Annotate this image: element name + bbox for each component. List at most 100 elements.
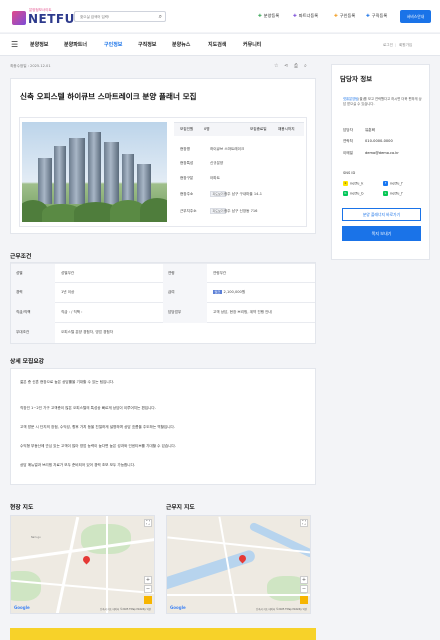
info-value: 아파트 bbox=[210, 176, 220, 180]
header: 분양정보사이트 NETFU ⌕ ✚분양등록 ✚파트너등록 ✚구인등록 ✚구직등록… bbox=[0, 0, 440, 32]
register-job-button[interactable]: ✚ 구인등록 bbox=[334, 13, 355, 19]
detail-title: 상세 모집요강 bbox=[10, 359, 45, 365]
conditions-title: 근무조건 bbox=[10, 254, 32, 260]
zoom-icon[interactable]: ⌕ bbox=[304, 63, 307, 69]
search-box[interactable]: ⌕ bbox=[74, 11, 166, 22]
cell-label: 성별 bbox=[11, 264, 55, 284]
fullscreen-icon[interactable]: ⛶ bbox=[144, 519, 152, 527]
cell-value: 고객 상담, 현장 브리핑, 계약 진행 안내 bbox=[213, 310, 272, 314]
cell-value: 연령무관 bbox=[213, 271, 227, 275]
plus-icon: ✚ bbox=[334, 14, 338, 19]
cell-value: 성별무관 bbox=[61, 271, 75, 275]
contact-email[interactable]: demo@demo.co.kr bbox=[365, 151, 399, 155]
table-row: 경력 1년 이상 급여 월급 2,100,000원 bbox=[11, 283, 315, 303]
row-label: 담당자 bbox=[343, 128, 353, 132]
share-icon[interactable]: ⋖ bbox=[284, 63, 288, 69]
site-map[interactable]: Nam-gu ⛶ + − Google 단축키 지도 데이터 ©2025 TMa… bbox=[10, 515, 155, 614]
cell-label: 연령 bbox=[163, 264, 207, 284]
info-value: 하이큐브 스마트레이크 bbox=[210, 147, 245, 151]
info-label: 현장명 bbox=[180, 147, 190, 151]
info-value: 광주 남구 신장동 716 bbox=[224, 209, 258, 213]
bottom-banner[interactable] bbox=[10, 628, 316, 640]
star-icon[interactable]: ☆ bbox=[274, 63, 278, 69]
info-label: 현장특성 bbox=[180, 161, 194, 165]
blog-icon: b bbox=[343, 191, 348, 196]
zoom-out-icon[interactable]: − bbox=[300, 585, 308, 593]
send-message-button[interactable]: 쪽지 보내기 bbox=[342, 226, 421, 241]
plus-icon: ✚ bbox=[366, 14, 370, 19]
site-logo[interactable]: 분양정보사이트 NETFU bbox=[12, 8, 74, 26]
info-label: 근무지주소 bbox=[180, 209, 197, 213]
service-guide-button[interactable]: 서비스안내 bbox=[400, 10, 431, 23]
plus-icon: ✚ bbox=[258, 14, 262, 19]
row-label: 연락처 bbox=[343, 139, 353, 143]
work-map[interactable]: ⛶ + − Google 단축키 지도 데이터 ©2025 TMap Mobil… bbox=[166, 515, 311, 614]
search-input[interactable] bbox=[80, 13, 154, 20]
contact-phone[interactable]: 010-0000-0000 bbox=[365, 139, 393, 143]
cell-label: 직급/직책 bbox=[11, 303, 55, 323]
cell-value: 1년 이상 bbox=[61, 290, 75, 294]
recruit-deadline: 채용시까지 bbox=[278, 127, 295, 131]
contact-sidebar: 담당자 정보 넷퓨분양팀(을)를 보고 연락했다고 하시면 더욱 편하게 상담 … bbox=[331, 64, 430, 260]
contact-phone-row: 연락처 010-0000-0000 bbox=[343, 139, 393, 144]
map-copyright[interactable]: 단축키 지도 데이터 ©2025 TMap Mobility 약관 bbox=[256, 607, 307, 611]
map-pin-icon[interactable] bbox=[81, 554, 92, 565]
recruit-summary-bar: 모집인원 0명 모집종료일 채용시까지 bbox=[174, 122, 304, 136]
signup-link[interactable]: 회원가입 bbox=[399, 43, 412, 48]
facebook-icon: f bbox=[383, 181, 388, 186]
sns-blog[interactable]: b netfu_b bbox=[343, 191, 364, 196]
sns-line[interactable]: Lnetfu_f bbox=[383, 191, 403, 196]
map-copyright[interactable]: 단축키 지도 데이터 ©2025 TMap Mobility 약관 bbox=[100, 607, 151, 611]
divider: | bbox=[395, 43, 397, 47]
zoom-in-icon[interactable]: + bbox=[300, 576, 308, 584]
info-label: 현장구분 bbox=[180, 176, 194, 180]
page-title: 신축 오피스텔 하이큐브 스마트레이크 분양 플래너 모집 bbox=[20, 92, 197, 101]
sns-kakao[interactable]: k netfu_k bbox=[343, 181, 363, 186]
nav-item-seeker-info[interactable]: 구직정보 bbox=[138, 41, 156, 48]
table-row: 직급/직책 직급 : / 직책 : 담당업무 고객 상담, 현장 브리핑, 계약… bbox=[11, 303, 315, 323]
register-sale-button[interactable]: ✚ 분양등록 bbox=[258, 13, 279, 19]
search-icon[interactable]: ⌕ bbox=[159, 13, 162, 21]
detail-paragraph: 고객 방문 시 단지의 장점, 수익성, 향후 가치 등을 친절하게 설명하며 … bbox=[20, 425, 175, 429]
nav-item-news[interactable]: 분양뉴스 bbox=[172, 41, 190, 48]
cell-value: 오피스텔 분양 경험자, 영업 경험자 bbox=[61, 330, 113, 334]
nav-item-job-info[interactable]: 구인정보 bbox=[104, 41, 122, 48]
map-label: Nam-gu bbox=[31, 536, 41, 539]
nav-item-community[interactable]: 커뮤니티 bbox=[243, 41, 261, 48]
fullscreen-icon[interactable]: ⛶ bbox=[300, 519, 308, 527]
zoom-in-icon[interactable]: + bbox=[144, 576, 152, 584]
sidebar-title: 담당자 정보 bbox=[340, 75, 373, 83]
info-value: 신규분양 bbox=[210, 161, 224, 165]
detail-paragraph: 수익형 부동산에 관심 있는 고객이 많아 영업 능력이 높다면 높은 성과와 … bbox=[20, 444, 176, 448]
hamburger-menu-icon[interactable]: ☰ bbox=[11, 40, 18, 49]
print-icon[interactable]: ⎙ bbox=[294, 63, 298, 69]
login-link[interactable]: 로그인 bbox=[383, 43, 393, 48]
planner-link-button[interactable]: 분양 플래너지 바로가기 bbox=[342, 208, 421, 221]
nav-item-map-search[interactable]: 지도검색 bbox=[208, 41, 226, 48]
street-view-icon[interactable] bbox=[144, 596, 152, 604]
detail-paragraph: 상담 매뉴얼과 브리핑 자료가 모두 준비되어 있어 경력 초보 모두 가능합니… bbox=[20, 463, 136, 467]
sns-id: netfu_k bbox=[350, 181, 364, 186]
google-logo: Google bbox=[14, 605, 30, 610]
street-view-icon[interactable] bbox=[300, 596, 308, 604]
site-photo bbox=[22, 122, 167, 222]
sns-id: netfu_b bbox=[350, 191, 364, 196]
logo-text: NETFU bbox=[28, 12, 75, 26]
register-seeker-button[interactable]: ✚ 구직등록 bbox=[366, 13, 387, 19]
nav-item-partners[interactable]: 분양파트너 bbox=[64, 41, 87, 48]
sns-facebook[interactable]: f netfu_f bbox=[383, 181, 403, 186]
salary-type-badge: 월급 bbox=[213, 290, 222, 294]
recruit-deadline-label: 모집종료일 bbox=[250, 127, 267, 131]
main-nav: ☰ 분양정보 분양파트너 구인정보 구직정보 분양뉴스 지도검색 커뮤니티 로그… bbox=[0, 33, 440, 56]
zoom-out-icon[interactable]: − bbox=[144, 585, 152, 593]
kakao-icon: k bbox=[343, 181, 348, 186]
last-modified: 최종수정일 : 2025.12.01 bbox=[10, 64, 51, 68]
nav-item-sale-info[interactable]: 분양정보 bbox=[30, 41, 48, 48]
cell-label: 담당업무 bbox=[163, 303, 207, 323]
cell-value: 직급 : / 직책 : bbox=[61, 310, 83, 314]
register-partner-label: 파트너등록 bbox=[298, 13, 319, 18]
register-partner-button[interactable]: ✚ 파트너등록 bbox=[293, 13, 318, 19]
sns-title: SNS ID bbox=[343, 171, 356, 175]
cell-label: 경력 bbox=[11, 283, 55, 303]
detail-paragraph: 직장인 1~2인 가구 고객층이 많은 오피스텔의 특성상 빠르게 상담이 이루… bbox=[20, 406, 156, 410]
